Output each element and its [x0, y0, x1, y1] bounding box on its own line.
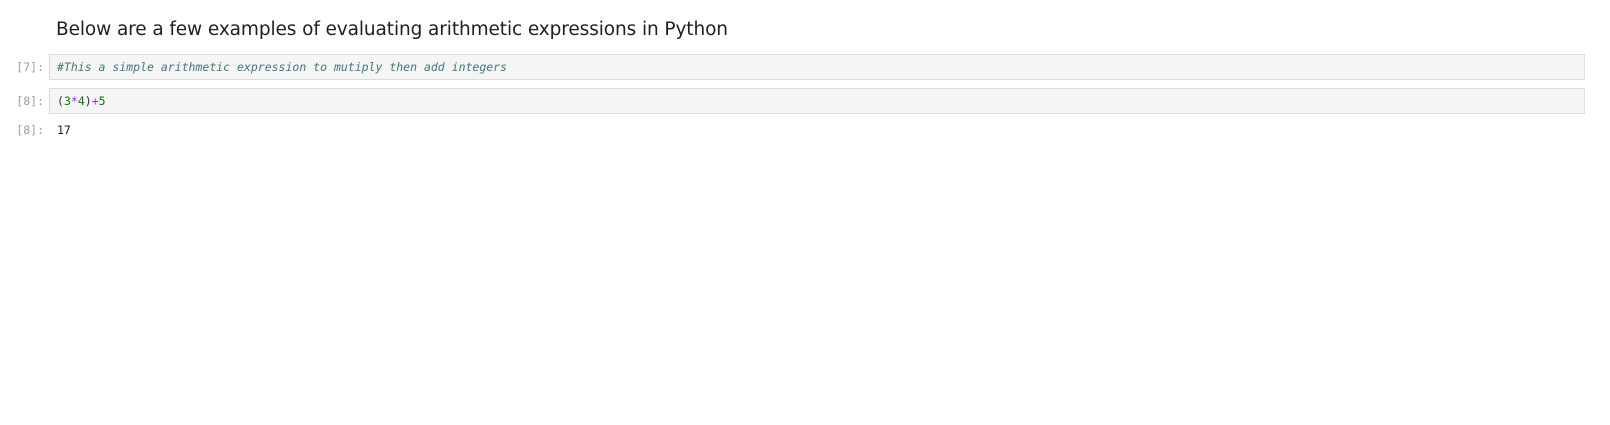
markdown-cell[interactable]: Below are a few examples of evaluating a…: [56, 16, 1576, 44]
code-token-operator: +: [91, 94, 99, 108]
code-editor[interactable]: #This a simple arithmetic expression to …: [49, 54, 1585, 80]
output-value: 17: [57, 123, 71, 137]
code-token-number: 5: [98, 94, 106, 108]
code-editor[interactable]: (3*4)+5: [49, 88, 1585, 114]
code-token-paren: ): [84, 94, 92, 108]
code-expression: (3*4)+5: [57, 89, 106, 113]
code-comment: #This a simple arithmetic expression to …: [57, 60, 508, 74]
code-token-operator: *: [70, 94, 78, 108]
notebook: Below are a few examples of evaluating a…: [0, 0, 1610, 425]
code-token-paren: (: [57, 94, 64, 108]
output-cell-8: [8]: 17: [0, 117, 1610, 143]
output-prompt: [8]:: [16, 123, 44, 137]
code-token-number: 4: [77, 94, 85, 108]
code-cell-8: [8]: (3*4)+5: [0, 88, 1610, 114]
input-prompt: [8]:: [16, 94, 44, 108]
markdown-heading: Below are a few examples of evaluating a…: [56, 19, 728, 40]
input-prompt: [7]:: [16, 60, 44, 74]
code-cell-7: [7]: #This a simple arithmetic expressio…: [0, 54, 1610, 80]
code-token-number: 3: [63, 94, 71, 108]
